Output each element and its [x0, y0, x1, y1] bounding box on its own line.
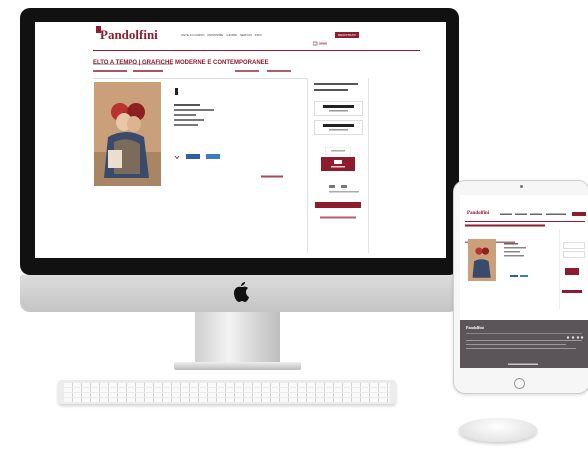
nav-item-3[interactable]: GIORNI	[226, 33, 237, 37]
ipad-footer-logo: Pandolfini	[466, 325, 484, 330]
ipad-register-button[interactable]	[572, 212, 586, 216]
ipad-nav	[500, 213, 570, 216]
divider	[93, 78, 308, 79]
share-button-facebook[interactable]	[186, 154, 200, 159]
nav-item-1[interactable]: ASTE IN CORSO	[181, 33, 205, 37]
ipad-header-rule	[465, 221, 585, 222]
cart-icon[interactable]	[312, 33, 327, 51]
secondary-bid-button[interactable]	[315, 202, 361, 208]
header-rule	[93, 50, 420, 51]
lot-image[interactable]	[94, 82, 161, 186]
share-button-twitter[interactable]	[206, 154, 220, 159]
heart-icon[interactable]	[174, 155, 180, 159]
see-all-link[interactable]	[261, 175, 283, 179]
ipad-current-bid-box	[563, 251, 585, 258]
ipad-secondary-button[interactable]	[562, 290, 582, 293]
ipad-share-row	[504, 265, 544, 283]
share-row	[174, 154, 220, 159]
ipad-bid-button[interactable]	[565, 268, 579, 275]
bid-button[interactable]	[321, 157, 355, 171]
ipad-page-title	[465, 224, 555, 228]
estimate-box	[314, 101, 363, 116]
keyboard	[58, 380, 396, 404]
main-nav: ASTE IN CORSO PROSSIME GIORNI SERVIZI IN…	[181, 33, 262, 37]
imac-stand-base	[174, 362, 301, 370]
lot-navigation[interactable]	[235, 69, 295, 74]
apple-logo-icon	[230, 280, 252, 304]
page-title: ELTO A TEMPO | GRAFICHE MODERNE E CONTEM…	[93, 60, 269, 66]
lot-description	[174, 104, 219, 143]
imac-stand	[195, 312, 280, 364]
ipad-home-button[interactable]	[514, 378, 525, 389]
nav-item-4[interactable]: SERVIZI	[240, 33, 252, 37]
ipad-screen: Pandolfini Pandolfini	[460, 195, 588, 368]
register-button[interactable]: REGISTRATI	[335, 32, 359, 38]
ipad-footer-rule	[466, 333, 582, 334]
bid-actions	[329, 185, 369, 195]
lot-number	[174, 88, 180, 98]
current-bid-box	[314, 120, 363, 135]
nav-item-5[interactable]: INFO	[255, 33, 262, 37]
ipad-footer-link[interactable]	[508, 353, 538, 368]
imac-screen: Pandolfini ASTE IN CORSO PROSSIME GIORNI…	[35, 22, 446, 258]
bid-panel-header	[314, 82, 364, 96]
mouse	[459, 418, 537, 442]
nav-item-2[interactable]: PROSSIME	[208, 33, 224, 37]
site-logo[interactable]: Pandolfini	[100, 27, 158, 43]
ipad-camera	[520, 185, 523, 188]
auction-dates	[93, 69, 173, 74]
ipad-lot-image[interactable]	[468, 239, 496, 281]
info-link[interactable]	[320, 216, 360, 220]
ipad-estimate-box	[563, 242, 585, 249]
ipad-site-logo[interactable]: Pandolfini	[467, 211, 489, 216]
